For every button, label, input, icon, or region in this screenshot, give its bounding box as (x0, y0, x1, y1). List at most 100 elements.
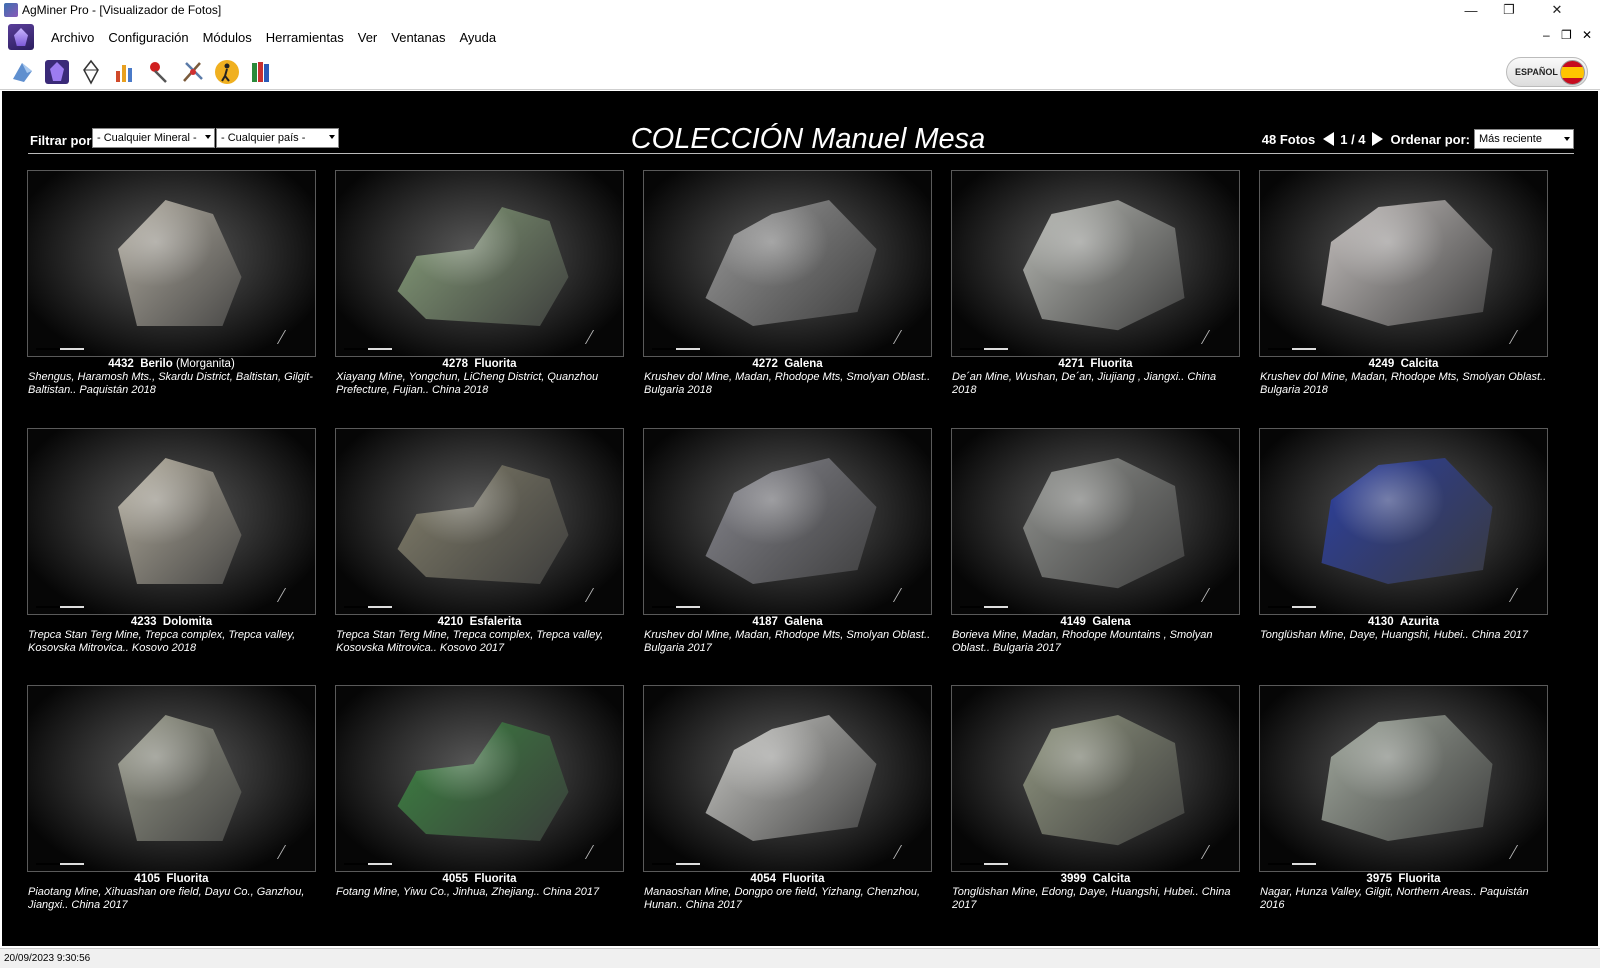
photographer-signature (1508, 330, 1536, 344)
locality-text: Krushev dol Mine, Madan, Rhodope Mts, Sm… (644, 629, 931, 654)
photographer-signature (892, 588, 920, 602)
mineral-photo[interactable] (643, 170, 932, 357)
mdi-restore-button[interactable]: ❐ (1561, 28, 1572, 42)
mineral-photo[interactable] (335, 170, 624, 357)
mineral-photo[interactable] (951, 170, 1240, 357)
chevron-down-icon (329, 135, 335, 139)
window-titlebar: AgMiner Pro - [Visualizador de Fotos] — … (0, 0, 1600, 20)
mineral-name: Calcita (1092, 873, 1131, 885)
mineral-filter-select[interactable]: - Cualquier Mineral - (92, 128, 215, 148)
card-title: 4054 Fluorita (643, 873, 932, 885)
rock-hammer-icon[interactable] (8, 57, 38, 87)
scale-bar (1268, 860, 1316, 865)
diamond-outline-icon[interactable] (76, 57, 106, 87)
sort-select[interactable]: Más reciente (1474, 129, 1574, 149)
mineral-photo[interactable] (27, 685, 316, 872)
scale-bar (344, 345, 392, 350)
mineral-photo[interactable] (335, 428, 624, 615)
specimen-number: 4149 (1060, 616, 1086, 628)
locality-text: Xiayang Mine, Yongchun, LiCheng District… (336, 371, 599, 396)
sort-value: Más reciente (1479, 133, 1542, 145)
country-filter-select[interactable]: - Cualquier país - (216, 128, 339, 148)
menu-configuracion[interactable]: Configuración (101, 30, 195, 45)
photographer-signature (892, 845, 920, 859)
scale-bar (960, 860, 1008, 865)
mineral-specimen (397, 722, 569, 841)
mineral-name: Fluorita (474, 358, 517, 370)
mineral-name: Galena (784, 358, 823, 370)
menu-bar: Archivo Configuración Módulos Herramient… (0, 22, 1600, 52)
specimen-number: 4187 (752, 616, 778, 628)
mineral-photo[interactable] (1259, 685, 1548, 872)
card-title: 4055 Fluorita (335, 873, 624, 885)
locality-text: Tonglüshan Mine, Edong, Daye, Huangshi, … (952, 886, 1231, 911)
chart-bars-icon[interactable] (110, 57, 140, 87)
card-title: 4432 Berilo (Morganita) (27, 358, 316, 370)
card-title: 3999 Calcita (951, 873, 1240, 885)
language-label: ESPAÑOL (1515, 67, 1558, 77)
scale-bar (36, 603, 84, 608)
mineral-name: Galena (1092, 616, 1131, 628)
header-divider (28, 153, 1574, 154)
scale-bar (960, 603, 1008, 608)
status-bar: 20/09/2023 9:30:56 (0, 948, 1600, 968)
mdi-minimize-button[interactable]: – (1543, 28, 1550, 42)
mineral-name: Fluorita (1398, 873, 1441, 885)
locality-text: Fotang Mine, Yiwu Co., Jinhua, Zhejiang.… (336, 886, 600, 898)
specimen-number: 4210 (437, 616, 464, 628)
card-title: 4271 Fluorita (951, 358, 1240, 370)
locality-text: De´an Mine, Wushan, De´an, Jiujiang , Ji… (952, 371, 1217, 396)
locality-text: Krushev dol Mine, Madan, Rhodope Mts, Sm… (644, 371, 931, 396)
app-logo-icon[interactable] (8, 24, 34, 50)
photographer-signature (276, 588, 304, 602)
mdi-close-button[interactable]: ✕ (1582, 28, 1592, 42)
language-selector[interactable]: ESPAÑOL (1506, 57, 1588, 87)
mineral-photo[interactable] (1259, 170, 1548, 357)
locality-text: Manaoshan Mine, Dongpo ore field, Yizhan… (644, 886, 921, 911)
menu-archivo[interactable]: Archivo (44, 30, 101, 45)
menu-herramientas[interactable]: Herramientas (259, 30, 351, 45)
menu-modulos[interactable]: Módulos (196, 30, 259, 45)
pin-tools-icon[interactable] (144, 57, 174, 87)
specimen-number: 4432 (108, 358, 134, 370)
specimen-number: 4130 (1368, 616, 1394, 628)
mineral-photo[interactable] (27, 428, 316, 615)
mineral-photo[interactable] (335, 685, 624, 872)
prev-page-icon[interactable] (1323, 132, 1335, 146)
mineral-name: Berilo (140, 358, 173, 370)
mineral-photo[interactable] (951, 685, 1240, 872)
hiker-icon[interactable] (212, 57, 242, 87)
close-button[interactable]: ✕ (1534, 0, 1580, 20)
locality-text: Tonglüshan Mine, Daye, Huangshi, Hubei..… (1260, 629, 1529, 641)
card-title: 3975 Fluorita (1259, 873, 1548, 885)
specimen-number: 3999 (1060, 873, 1087, 885)
mineral-filter-value: - Cualquier Mineral - (97, 132, 197, 144)
toolbar (0, 54, 1600, 90)
photographer-signature (276, 330, 304, 344)
menu-ventanas[interactable]: Ventanas (384, 30, 452, 45)
specimen-number: 4249 (1368, 358, 1395, 370)
menu-ver[interactable]: Ver (351, 30, 385, 45)
mineral-specimen (1321, 458, 1493, 584)
maximize-button[interactable]: ❐ (1486, 0, 1532, 20)
photographer-signature (1508, 588, 1536, 602)
menu-ayuda[interactable]: Ayuda (452, 30, 503, 45)
mineral-photo[interactable] (27, 170, 316, 357)
photographer-signature (1200, 588, 1228, 602)
mineral-photo[interactable] (1259, 428, 1548, 615)
mineral-specimen (397, 207, 569, 326)
locality-text: Trepca Stan Terg Mine, Trepca complex, T… (336, 629, 604, 654)
photographer-signature (892, 330, 920, 344)
specimen-number: 4272 (752, 358, 778, 370)
books-icon[interactable] (246, 57, 276, 87)
paging-controls: 48 Fotos 1 / 4 Ordenar por: Más reciente (1262, 128, 1574, 150)
next-page-icon[interactable] (1371, 132, 1383, 146)
mineral-specimen (118, 458, 242, 584)
mineral-name: Fluorita (166, 873, 209, 885)
mineral-photo[interactable] (643, 428, 932, 615)
dig-tools-icon[interactable] (178, 57, 208, 87)
mineral-photo[interactable] (643, 685, 932, 872)
mineral-crystal-icon[interactable] (42, 57, 72, 87)
card-title: 4149 Galena (951, 616, 1240, 628)
mineral-photo[interactable] (951, 428, 1240, 615)
